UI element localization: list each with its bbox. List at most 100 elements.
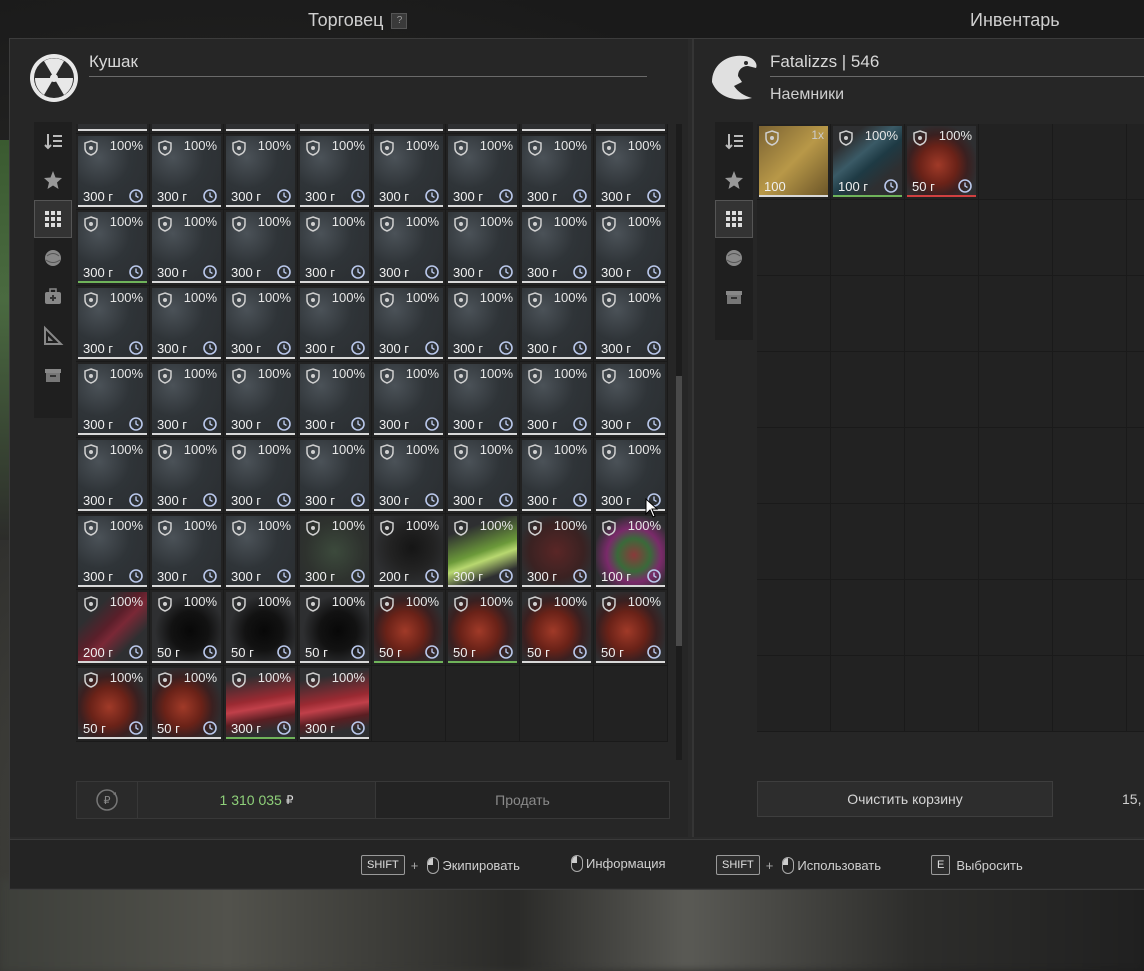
item-slot[interactable]: 100% 300 г — [78, 136, 147, 207]
item-slot[interactable]: 100% 300 г — [152, 440, 221, 511]
item-slot[interactable]: 100% 300 г — [596, 212, 665, 283]
item-slot[interactable]: 100% 100 г — [833, 126, 902, 197]
item-slot-cut[interactable] — [78, 124, 147, 131]
item-slot[interactable]: 100% 300 г — [226, 364, 295, 435]
item-weight: 300 г — [453, 417, 484, 432]
item-underline — [152, 281, 221, 283]
item-slot[interactable]: 100% 300 г — [596, 136, 665, 207]
trader-scroll-thumb[interactable] — [676, 376, 682, 646]
item-slot-cut[interactable] — [448, 124, 517, 131]
item-slot[interactable]: 100% 300 г — [374, 364, 443, 435]
inventory-tab-artifact[interactable] — [715, 239, 753, 277]
trader-scrollbar[interactable] — [676, 124, 682, 760]
trader-tab-medkit[interactable] — [34, 278, 72, 316]
item-slot-cut[interactable] — [374, 124, 443, 131]
item-slot[interactable]: 100% 50 г — [152, 592, 221, 663]
item-slot[interactable]: 100% 300 г — [448, 212, 517, 283]
item-slot[interactable]: 100% 50 г — [152, 668, 221, 739]
item-slot[interactable]: 100% 300 г — [596, 364, 665, 435]
item-slot[interactable]: 100% 300 г — [596, 288, 665, 359]
item-slot[interactable]: 100% 300 г — [226, 668, 295, 739]
item-slot[interactable]: 100% 100 г — [596, 516, 665, 587]
item-slot[interactable]: 100% 300 г — [522, 212, 591, 283]
item-slot[interactable]: 100% 50 г — [78, 668, 147, 739]
item-slot[interactable]: 100% 50 г — [300, 592, 369, 663]
item-slot[interactable]: 100% 300 г — [374, 440, 443, 511]
item-slot[interactable]: 100% 50 г — [448, 592, 517, 663]
item-slot[interactable]: 100% 300 г — [152, 136, 221, 207]
item-slot[interactable]: 1x 100 — [759, 126, 828, 197]
item-slot[interactable]: 100% 50 г — [226, 592, 295, 663]
item-cell: 100% 300 г — [372, 362, 446, 438]
item-slot[interactable]: 100% 300 г — [78, 516, 147, 587]
item-slot[interactable]: 100% 300 г — [448, 364, 517, 435]
trader-tab-sort[interactable] — [34, 122, 72, 160]
shield-icon — [602, 292, 616, 308]
item-slot[interactable]: 100% 50 г — [907, 126, 976, 197]
inventory-tab-grid[interactable] — [715, 200, 753, 238]
item-slot[interactable]: 100% 300 г — [226, 212, 295, 283]
item-slot[interactable]: 100% 300 г — [300, 440, 369, 511]
item-slot[interactable]: 100% 300 г — [374, 212, 443, 283]
inventory-tab-star[interactable] — [715, 161, 753, 199]
item-slot[interactable]: 100% 50 г — [596, 592, 665, 663]
help-button[interactable]: ? — [391, 13, 408, 30]
trader-tab-artifact[interactable] — [34, 239, 72, 277]
item-slot[interactable]: 100% 300 г — [152, 212, 221, 283]
item-slot[interactable]: 100% 300 г — [300, 516, 369, 587]
item-underline — [833, 195, 902, 197]
item-slot[interactable]: 100% 50 г — [522, 592, 591, 663]
item-cell: 100% 300 г — [446, 514, 520, 590]
item-slot[interactable]: 100% 300 г — [152, 288, 221, 359]
trader-tab-star[interactable] — [34, 161, 72, 199]
item-slot[interactable]: 100% 200 г — [78, 592, 147, 663]
item-slot[interactable]: 100% 300 г — [78, 440, 147, 511]
item-slot[interactable]: 100% 300 г — [522, 516, 591, 587]
item-slot-cut[interactable] — [522, 124, 591, 131]
item-slot[interactable]: 100% 300 г — [522, 288, 591, 359]
item-slot-cut[interactable] — [300, 124, 369, 131]
item-slot-cut[interactable] — [596, 124, 665, 131]
item-slot[interactable]: 100% 300 г — [300, 668, 369, 739]
item-slot[interactable]: 100% 300 г — [152, 516, 221, 587]
exchange-icon[interactable]: ₽ — [77, 782, 138, 818]
shield-icon — [158, 596, 172, 612]
item-slot[interactable]: 100% 300 г — [374, 288, 443, 359]
sell-button[interactable]: Продать — [376, 782, 669, 818]
item-slot[interactable]: 100% 300 г — [448, 136, 517, 207]
item-slot[interactable]: 100% 300 г — [522, 440, 591, 511]
clear-cart-button[interactable]: Очистить корзину — [757, 781, 1053, 817]
hint-info: Информация — [568, 855, 666, 872]
trader-tab-tools[interactable] — [34, 317, 72, 355]
item-slot[interactable]: 100% 300 г — [374, 136, 443, 207]
item-slot[interactable]: 100% 300 г — [78, 364, 147, 435]
item-slot[interactable]: 100% 300 г — [300, 364, 369, 435]
inventory-tab-box[interactable] — [715, 278, 753, 316]
item-slot[interactable]: 100% 300 г — [522, 364, 591, 435]
item-slot[interactable]: 100% 300 г — [226, 136, 295, 207]
item-underline — [152, 129, 221, 131]
item-slot[interactable]: 100% 300 г — [448, 288, 517, 359]
item-slot[interactable]: 100% 300 г — [300, 136, 369, 207]
item-slot[interactable]: 100% 200 г — [374, 516, 443, 587]
trader-tab-grid[interactable] — [34, 200, 72, 238]
item-slot[interactable]: 100% 300 г — [152, 364, 221, 435]
trader-tab-box[interactable] — [34, 356, 72, 394]
inventory-cell — [831, 352, 905, 428]
item-slot[interactable]: 100% 300 г — [78, 288, 147, 359]
item-slot[interactable]: 100% 300 г — [78, 212, 147, 283]
item-slot[interactable]: 100% 300 г — [300, 288, 369, 359]
item-underline — [78, 585, 147, 587]
item-slot[interactable]: 100% 300 г — [226, 288, 295, 359]
item-slot[interactable]: 100% 300 г — [448, 516, 517, 587]
item-slot[interactable]: 100% 300 г — [300, 212, 369, 283]
item-slot[interactable]: 100% 300 г — [226, 440, 295, 511]
item-slot-cut[interactable] — [226, 124, 295, 131]
item-slot[interactable]: 100% 50 г — [374, 592, 443, 663]
inventory-cell — [757, 656, 831, 732]
item-slot-cut[interactable] — [152, 124, 221, 131]
item-slot[interactable]: 100% 300 г — [448, 440, 517, 511]
item-slot[interactable]: 100% 300 г — [226, 516, 295, 587]
item-slot[interactable]: 100% 300 г — [522, 136, 591, 207]
inventory-tab-sort[interactable] — [715, 122, 753, 160]
